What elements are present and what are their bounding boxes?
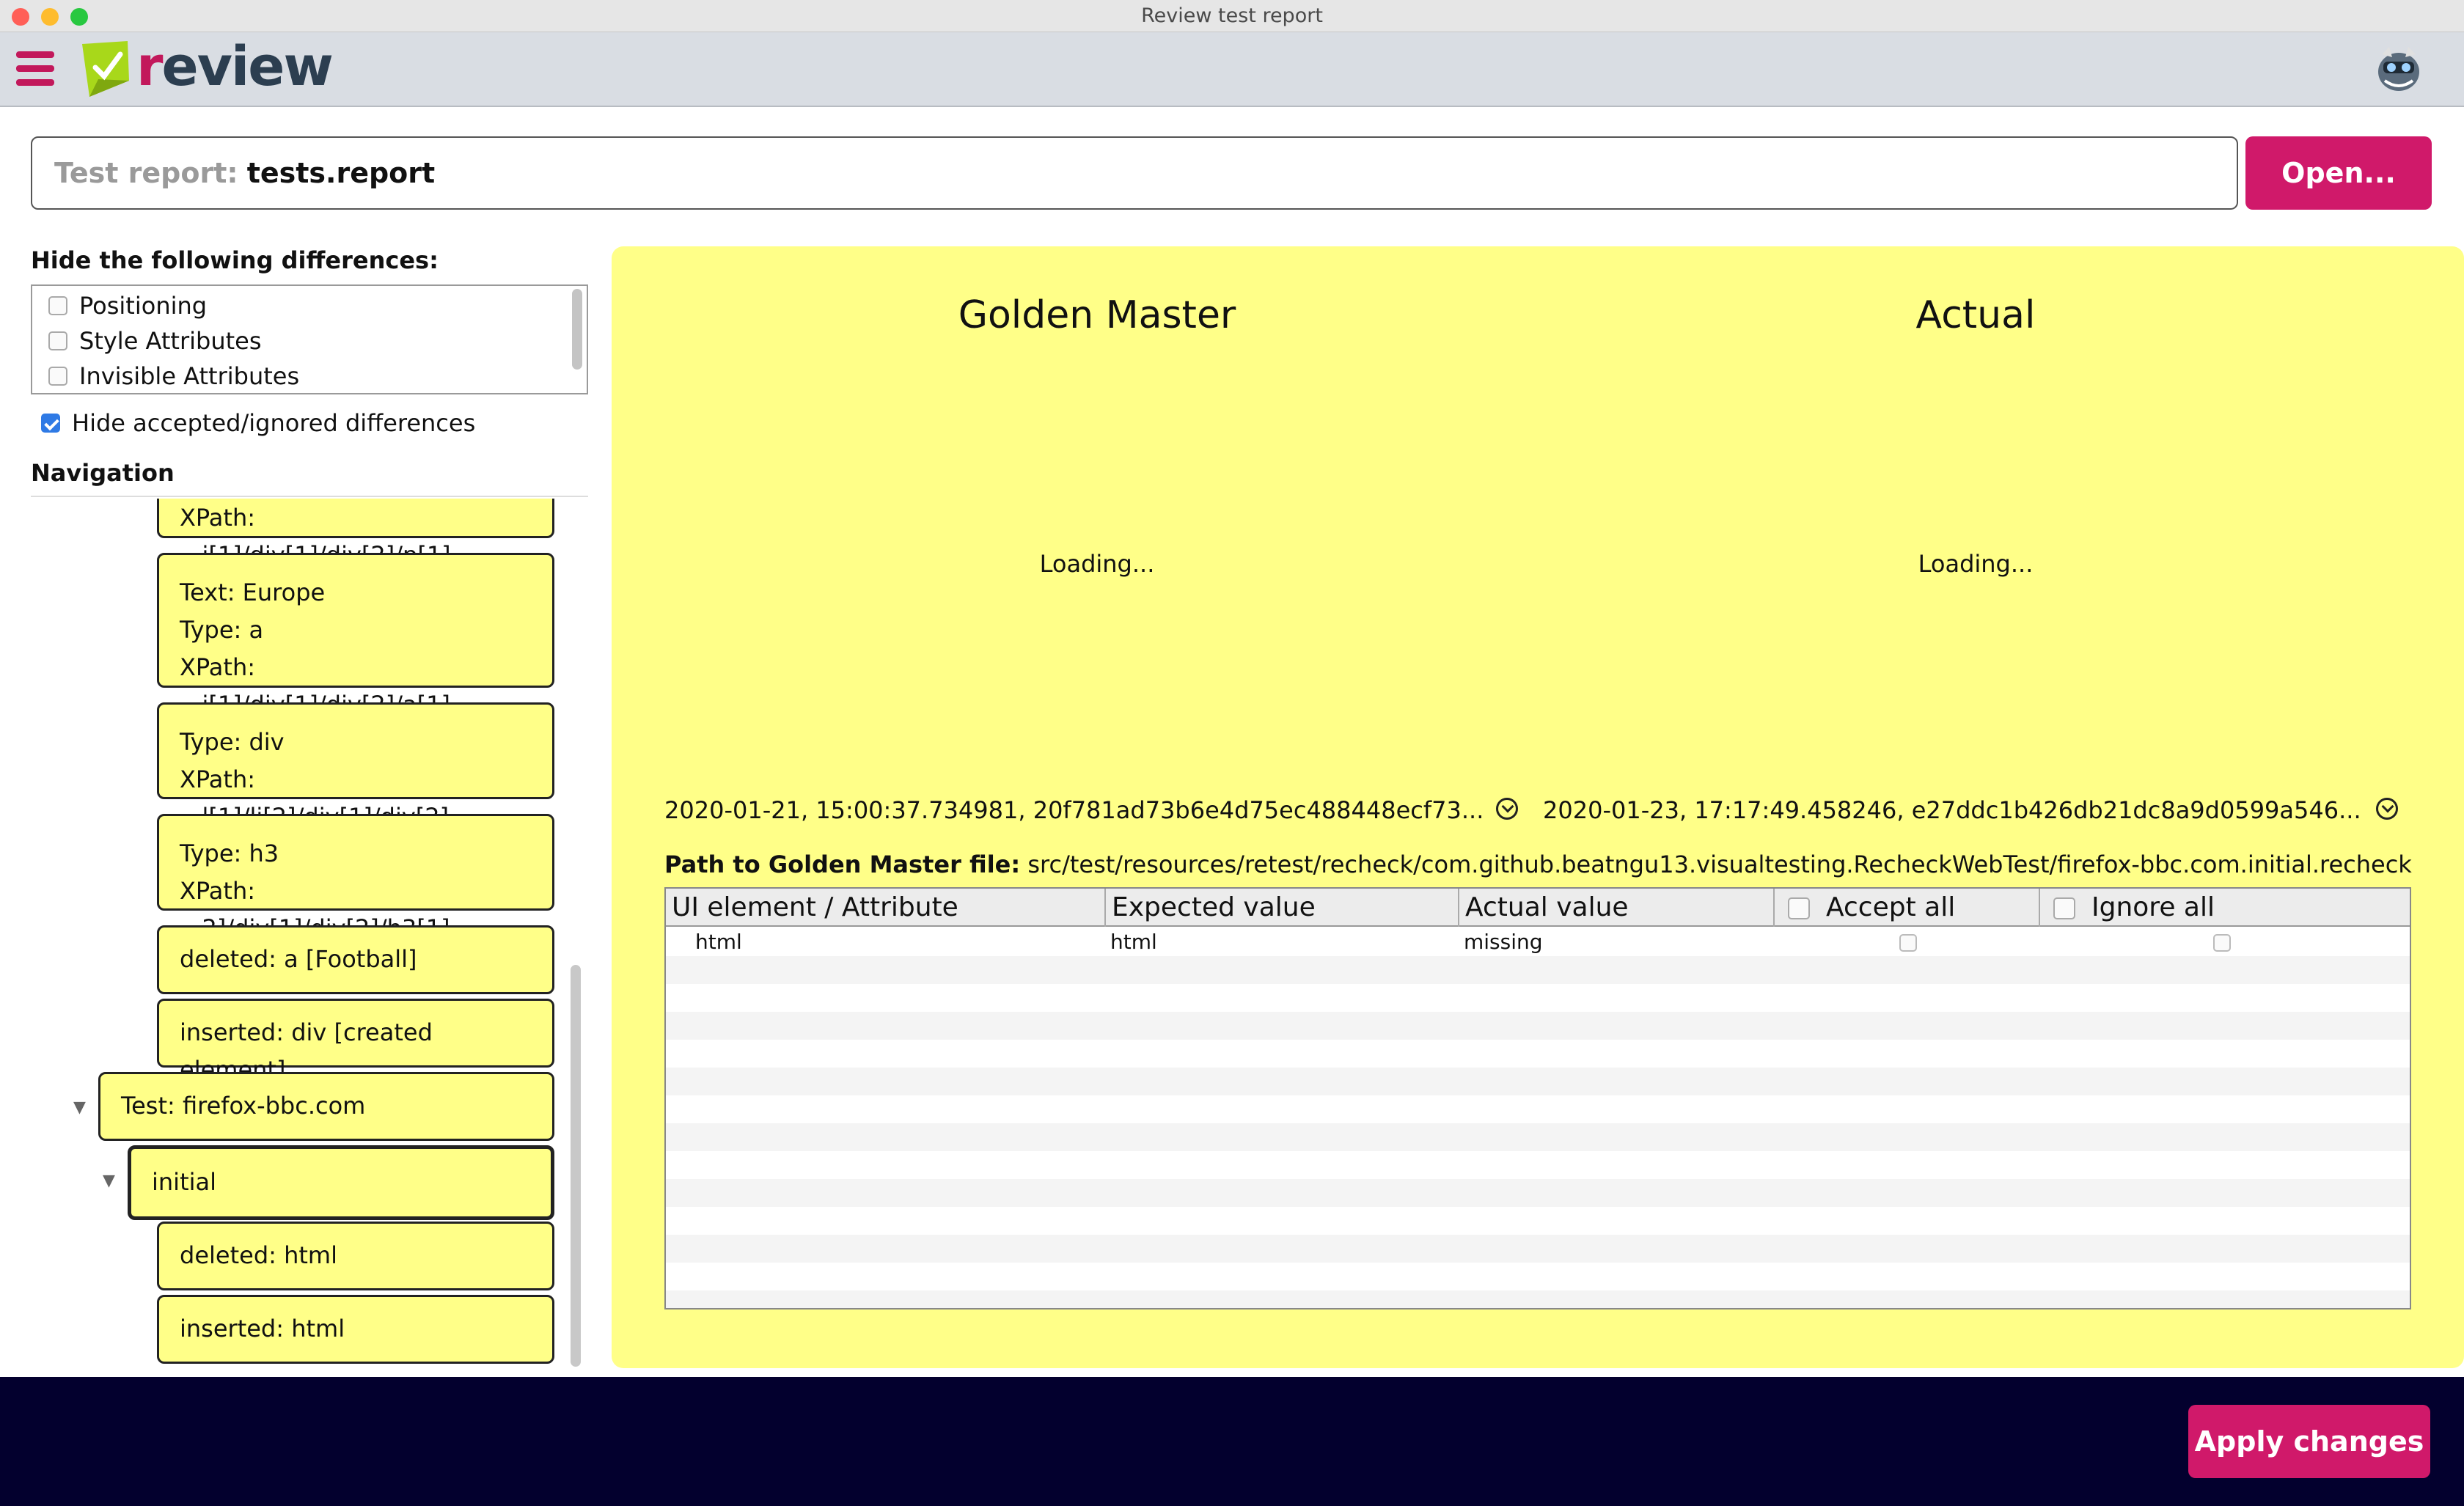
row-accept-checkbox[interactable] <box>1899 934 1917 952</box>
node-line: Type: a <box>180 616 264 644</box>
table-row-empty <box>666 1040 2410 1068</box>
test-report-value: tests.report <box>246 157 436 189</box>
accept-all-checkbox[interactable] <box>1788 897 1810 919</box>
navigation-scrollbar[interactable] <box>571 965 581 1367</box>
hide-accepted-toggle[interactable]: Hide accepted/ignored differences <box>41 409 475 437</box>
tree-node-test[interactable]: Test: firefox-bbc.com <box>98 1072 554 1141</box>
col-actual[interactable]: Actual value <box>1459 889 1775 927</box>
table-row[interactable]: html html missing <box>666 928 2410 956</box>
table-row-empty <box>666 1068 2410 1095</box>
actual-title: Actual <box>1915 293 2036 337</box>
navigation-divider <box>31 496 588 497</box>
node-line: initial <box>152 1168 216 1196</box>
filters-heading: Hide the following differences: <box>31 246 439 274</box>
golden-version-label: 2020-01-21, 15:00:37.734981, 20f781ad73b… <box>664 796 1484 824</box>
filter-scrollbar[interactable] <box>572 289 582 370</box>
filter-style-checkbox[interactable] <box>48 331 67 350</box>
tree-node[interactable]: inserted: div [created element] <box>157 999 554 1084</box>
table-row-empty <box>666 1290 2410 1308</box>
test-report-field[interactable]: Test report: tests.report <box>31 136 2238 210</box>
filter-positioning[interactable]: Positioning <box>48 292 207 320</box>
actual-loading: Loading... <box>1918 550 2034 578</box>
golden-master-title: Golden Master <box>958 293 1236 337</box>
cell-actual: missing <box>1464 930 1543 954</box>
filter-label: Positioning <box>79 292 208 320</box>
golden-version-dropdown-icon[interactable] <box>1496 798 1518 820</box>
navigation-tree: XPath: ...i[1]/div[1]/div[2]/p[1] Text: … <box>31 499 588 1370</box>
tree-node[interactable]: deleted: html <box>157 1222 554 1290</box>
apply-changes-button[interactable]: Apply changes <box>2188 1405 2430 1478</box>
hide-accepted-label: Hide accepted/ignored differences <box>72 409 476 437</box>
expand-arrow-icon[interactable]: ▼ <box>103 1172 115 1190</box>
table-row-empty <box>666 1235 2410 1263</box>
node-line: Type: h3 <box>180 840 279 867</box>
filter-positioning-checkbox[interactable] <box>48 296 67 315</box>
node-line: Test: firefox-bbc.com <box>121 1092 366 1120</box>
tree-node[interactable]: Text: Europe Type: a XPath: ...i[1]/div[… <box>157 553 554 719</box>
filter-invisible-attributes[interactable]: Invisible Attributes <box>48 362 299 390</box>
differences-table: UI element / Attribute Expected value Ac… <box>664 887 2411 1310</box>
table-row-empty <box>666 1123 2410 1151</box>
table-row-empty <box>666 1207 2410 1235</box>
row-ignore-checkbox[interactable] <box>2213 934 2231 952</box>
filter-invisible-checkbox[interactable] <box>48 367 67 386</box>
hide-accepted-checkbox[interactable] <box>41 414 60 433</box>
actual-version-label: 2020-01-23, 17:17:49.458246, e27ddc1b426… <box>1543 796 2361 824</box>
table-row-empty <box>666 1179 2410 1207</box>
tree-node[interactable]: Type: div XPath: ...l[1]/li[2]/div[1]/di… <box>157 702 554 831</box>
hamburger-menu-icon[interactable] <box>16 51 56 87</box>
node-line: Text: Europe <box>180 578 326 606</box>
table-row-empty <box>666 1151 2410 1179</box>
filter-list: Positioning Style Attributes Invisible A… <box>31 284 588 394</box>
brand-name: review <box>136 35 334 98</box>
actual-version-dropdown-icon[interactable] <box>2376 798 2398 820</box>
cell-expected: html <box>1110 930 1157 954</box>
path-value: src/test/resources/retest/recheck/com.gi… <box>1027 851 2412 878</box>
open-button[interactable]: Open... <box>2245 136 2432 210</box>
col-expected[interactable]: Expected value <box>1106 889 1459 927</box>
app-header <box>0 32 2464 107</box>
footer-bar <box>0 1377 2464 1506</box>
filter-label: Invisible Attributes <box>79 362 300 390</box>
node-line: Type: div <box>180 728 285 756</box>
table-row-empty <box>666 1095 2410 1123</box>
node-line: deleted: a [Football] <box>180 945 417 973</box>
window-title: Review test report <box>1141 4 1323 27</box>
filter-style-attributes[interactable]: Style Attributes <box>48 327 262 355</box>
expand-arrow-icon[interactable]: ▼ <box>73 1098 86 1117</box>
cell-element: html <box>695 930 742 954</box>
node-line: deleted: html <box>180 1241 337 1269</box>
ignore-all-checkbox[interactable] <box>2053 897 2075 919</box>
ignore-all-label: Ignore all <box>2091 892 2215 922</box>
golden-loading: Loading... <box>1039 550 1155 578</box>
table-header: UI element / Attribute Expected value Ac… <box>666 889 2410 927</box>
test-report-label: Test report: <box>54 157 238 189</box>
table-row-empty <box>666 1263 2410 1290</box>
golden-master-path: Path to Golden Master file: src/test/res… <box>664 851 2412 878</box>
filter-label: Style Attributes <box>79 327 262 355</box>
tree-node[interactable]: inserted: html <box>157 1295 554 1364</box>
col-accept-all[interactable]: Accept all <box>1775 889 2040 927</box>
window-titlebar: Review test report <box>0 0 2464 32</box>
node-line: inserted: html <box>180 1315 345 1342</box>
accept-all-label: Accept all <box>1826 892 1956 922</box>
table-row-empty <box>666 984 2410 1012</box>
tree-node[interactable]: Type: h3 XPath: ...2]/div[1]/div[2]/h3[1… <box>157 814 554 942</box>
tree-node[interactable]: deleted: a [Football] <box>157 925 554 994</box>
col-ui-element[interactable]: UI element / Attribute <box>666 889 1106 927</box>
table-row-empty <box>666 956 2410 984</box>
user-avatar[interactable] <box>2376 45 2421 94</box>
path-label: Path to Golden Master file: <box>664 851 1021 878</box>
tree-node[interactable]: XPath: ...i[1]/div[1]/div[2]/p[1] <box>157 499 554 569</box>
navigation-heading: Navigation <box>31 459 175 487</box>
table-row-empty <box>666 1012 2410 1040</box>
col-ignore-all[interactable]: Ignore all <box>2040 889 2410 927</box>
tree-node-initial-selected[interactable]: initial <box>128 1145 554 1220</box>
